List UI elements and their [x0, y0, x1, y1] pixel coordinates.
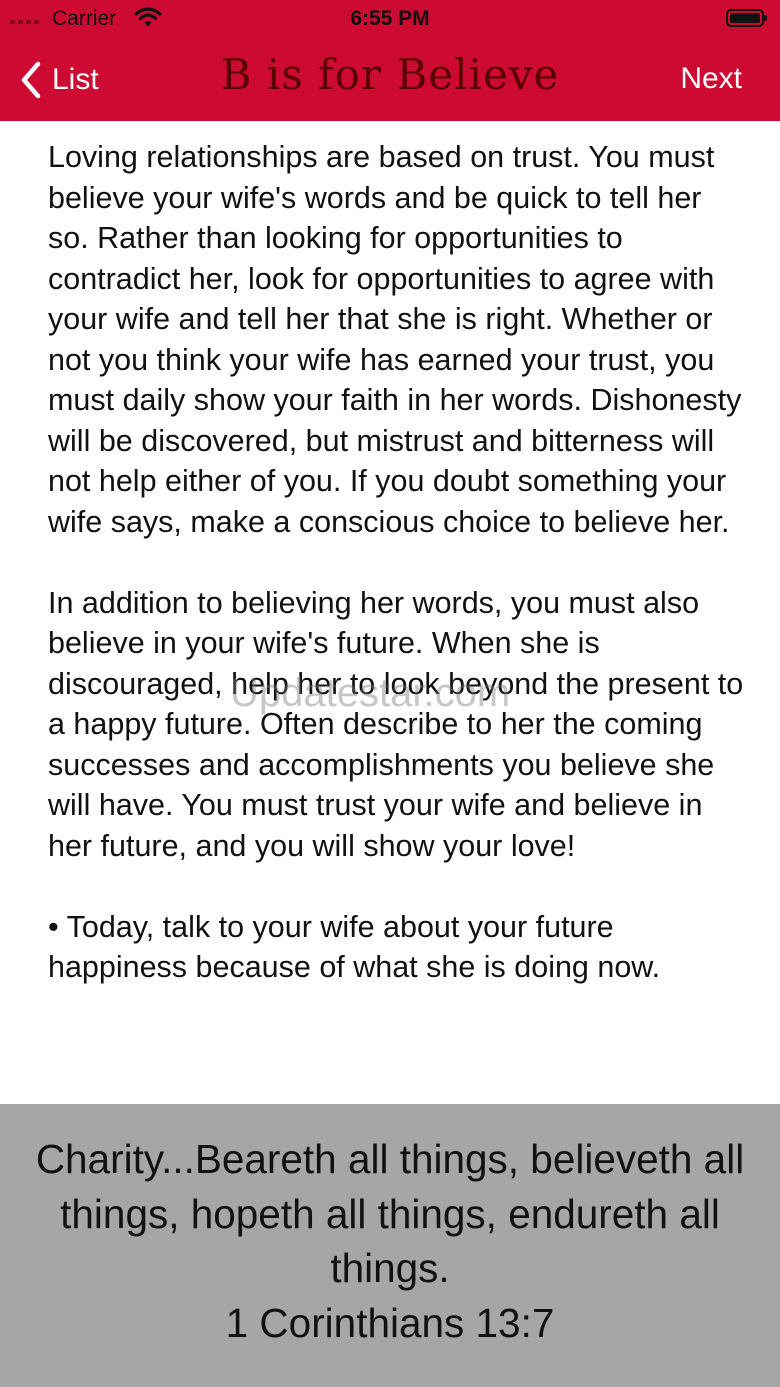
verse-quote: Charity...Beareth all things, believeth … [35, 1136, 745, 1291]
header: Carrier 6:55 PM List B is for Believe Ne… [0, 0, 780, 121]
next-button[interactable]: Next [680, 62, 742, 96]
paragraph: In addition to believing her words, you … [48, 585, 744, 863]
devotional-text: Loving relationships are based on trust.… [48, 137, 748, 1104]
verse-reference: 1 Corinthians 13:7 [225, 1299, 555, 1346]
status-time: 6:55 PM [350, 7, 430, 30]
page-title: B is for Believe [220, 50, 560, 99]
navigation-bar: List B is for Believe Next [0, 40, 780, 121]
paragraph: Loving relationships are based on trust.… [48, 140, 742, 539]
action-item: • Today, talk to your wife about your fu… [48, 909, 661, 985]
verse-panel: Charity...Beareth all things, believeth … [0, 1104, 780, 1387]
verse-text: Charity...Beareth all things, believeth … [20, 1132, 760, 1350]
battery-icon [726, 9, 767, 27]
status-bar: Carrier 6:55 PM [0, 0, 780, 40]
